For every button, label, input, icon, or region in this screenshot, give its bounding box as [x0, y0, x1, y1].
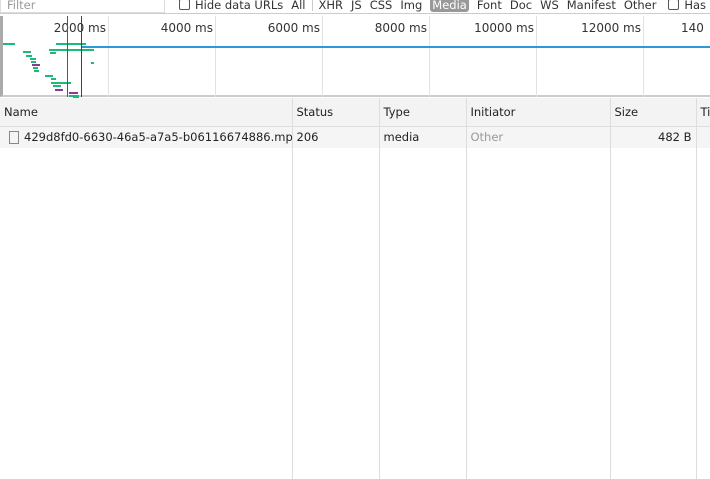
waterfall-bar: [49, 49, 94, 51]
grid-line: [429, 16, 430, 97]
waterfall-bar: [51, 78, 56, 80]
waterfall-bar: [69, 92, 78, 94]
hide-data-urls-label: Hide data URLs: [194, 0, 284, 12]
waterfall-bar: [45, 75, 53, 77]
dom-content-loaded-line: [67, 16, 68, 97]
network-toolbar: Filter Hide data URLs All XHR JS CSS Img…: [0, 0, 710, 14]
request-name[interactable]: 429d8fd0-6630-46a5-a7a5-b06116674886.mp4: [24, 130, 291, 144]
waterfall-bar: [32, 64, 40, 66]
waterfall-bar: [3, 43, 15, 45]
waterfall-bar: [51, 82, 71, 84]
grid-line: [322, 16, 323, 97]
request-status: 206: [292, 126, 380, 148]
has-blocked-checkbox[interactable]: [668, 0, 680, 10]
waterfall-bar: [26, 55, 32, 57]
filter-doc[interactable]: Doc: [510, 0, 532, 12]
column-type[interactable]: Type: [379, 98, 467, 127]
waterfall-bar: [33, 67, 38, 69]
table-header: Name Status Type Initiator Size Ti: [0, 98, 710, 127]
table-row[interactable]: 429d8fd0-6630-46a5-a7a5-b06116674886.mp4…: [0, 126, 710, 148]
tick-label: 8000 ms: [374, 21, 427, 35]
filter-css[interactable]: CSS: [370, 0, 393, 12]
tick-label: 6000 ms: [267, 21, 320, 35]
waterfall-bar: [23, 51, 31, 53]
tick-label: 140: [681, 21, 704, 35]
file-icon: [9, 131, 19, 145]
column-time[interactable]: Ti: [696, 98, 710, 127]
filter-input[interactable]: Filter: [0, 0, 166, 13]
tick-label: 4000 ms: [160, 21, 213, 35]
tick-label: 12000 ms: [581, 21, 641, 35]
filter-other[interactable]: Other: [624, 0, 657, 12]
load-event-line: [81, 16, 82, 97]
request-type: media: [379, 126, 467, 148]
waterfall-bar: [91, 62, 94, 64]
waterfall-bar: [50, 52, 56, 54]
timeline-overview[interactable]: 2000 ms 4000 ms 6000 ms 8000 ms 10000 ms…: [0, 16, 710, 99]
waterfall-bar: [34, 70, 39, 72]
has-label: Has: [684, 0, 707, 12]
grid-line: [215, 16, 216, 97]
filter-js[interactable]: JS: [351, 0, 362, 12]
grid-line: [643, 16, 644, 97]
waterfall-bar: [30, 58, 36, 60]
requests-table: Name Status Type Initiator Size Ti 429d8…: [0, 98, 710, 479]
filter-all[interactable]: All: [291, 0, 305, 12]
filter-xhr[interactable]: XHR: [318, 0, 343, 12]
waterfall-bar: [53, 85, 61, 87]
table-filler: [0, 148, 710, 479]
filter-manifest[interactable]: Manifest: [567, 0, 616, 12]
column-size[interactable]: Size: [610, 98, 697, 127]
column-name[interactable]: Name: [0, 98, 293, 127]
filter-ws[interactable]: WS: [540, 0, 559, 12]
divider: [311, 0, 313, 11]
tick-label: 10000 ms: [474, 21, 534, 35]
media-request-bar: [81, 46, 710, 48]
column-initiator[interactable]: Initiator: [466, 98, 611, 127]
filter-media[interactable]: Media: [430, 0, 469, 12]
waterfall-bar: [55, 89, 63, 91]
filter-font[interactable]: Font: [477, 0, 502, 12]
request-time: [696, 126, 710, 148]
request-size: 482 B: [610, 126, 697, 148]
filter-img[interactable]: Img: [400, 0, 422, 12]
grid-line: [536, 16, 537, 97]
grid-line: [108, 16, 109, 97]
tick-label: 2000 ms: [53, 21, 106, 35]
column-status[interactable]: Status: [292, 98, 380, 127]
waterfall-bar: [31, 61, 36, 63]
hide-data-urls-checkbox[interactable]: [179, 0, 190, 10]
request-initiator: Other: [466, 126, 611, 148]
